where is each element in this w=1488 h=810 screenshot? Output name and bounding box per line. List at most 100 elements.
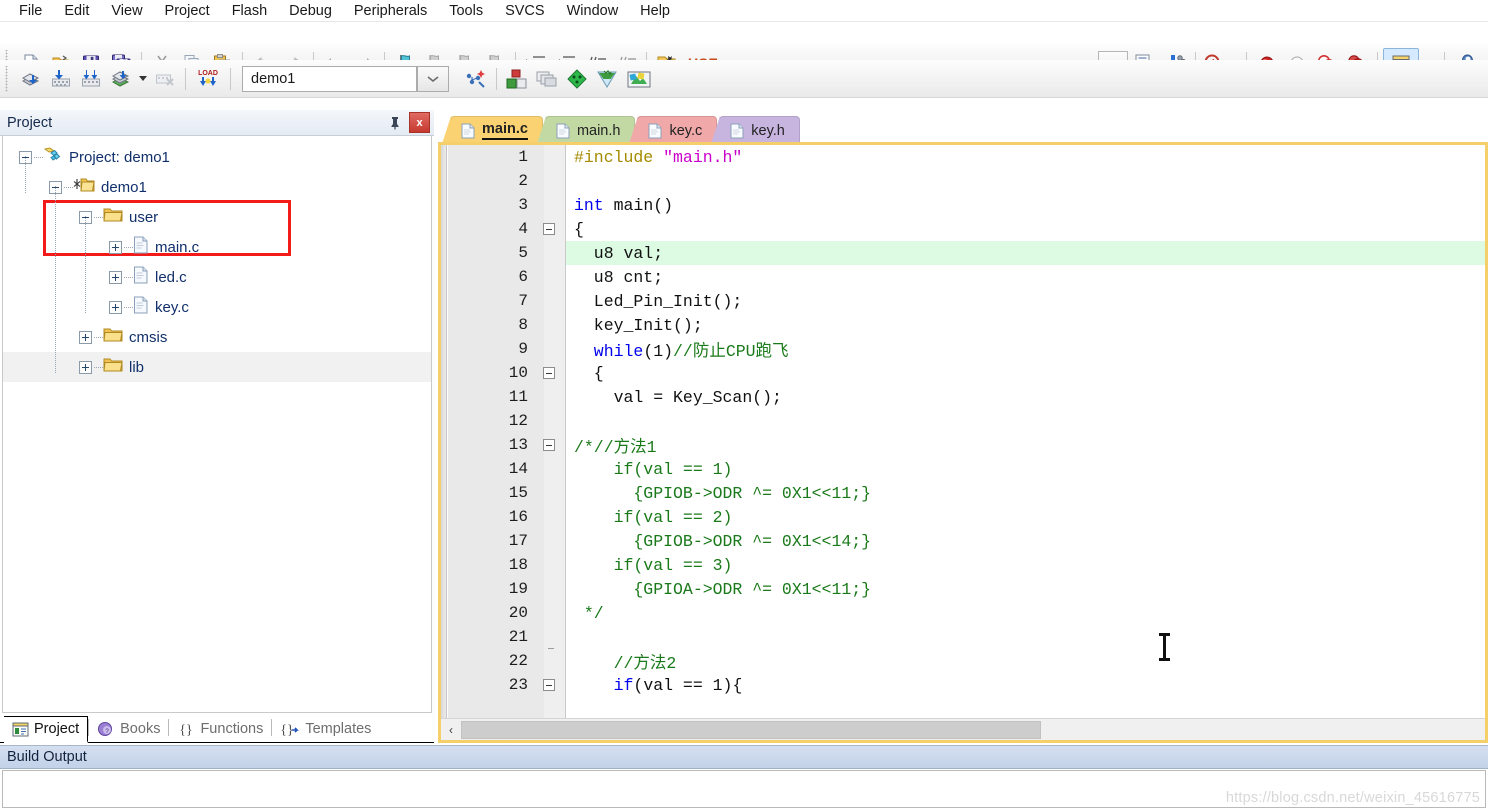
panel-tab-functions[interactable]: {} Functions: [169, 715, 271, 742]
scroll-left-arrow[interactable]: ‹: [441, 720, 461, 740]
code-text: int main(): [560, 196, 673, 215]
toolbar-grip-2[interactable]: [4, 65, 13, 92]
code-line[interactable]: 8 key_Init();: [441, 313, 1485, 337]
panel-tab-books[interactable]: ? Books: [89, 715, 168, 742]
line-number: 16: [508, 508, 528, 526]
fold-marker[interactable]: [537, 679, 560, 691]
tree-item-lib[interactable]: lib: [3, 352, 431, 382]
menu-item-project[interactable]: Project: [154, 1, 221, 21]
menu-item-view[interactable]: View: [100, 1, 153, 21]
menu-item-flash[interactable]: Flash: [221, 1, 278, 21]
panel-tab-label: Functions: [200, 720, 264, 737]
tree-item-main.c[interactable]: main.c: [3, 232, 431, 262]
tree-item-user[interactable]: user: [3, 202, 431, 232]
tree-connector: [94, 366, 103, 368]
code-line[interactable]: 7 Led_Pin_Init();: [441, 289, 1485, 313]
editor-tab-key-c[interactable]: key.c: [629, 116, 718, 144]
editor-tab-main-h[interactable]: main.h: [536, 116, 636, 144]
expand-icon[interactable]: [109, 270, 122, 284]
menu-item-svcs[interactable]: SVCS: [494, 1, 556, 21]
editor-tab-key-h[interactable]: key.h: [711, 116, 800, 144]
target-options-icon[interactable]: [461, 64, 491, 94]
text-cursor: [1159, 633, 1170, 661]
fold-collapse-box[interactable]: [542, 679, 555, 691]
menu-item-edit[interactable]: Edit: [53, 1, 100, 21]
expand-icon[interactable]: [109, 300, 122, 314]
tree-item-cmsis[interactable]: cmsis: [3, 322, 431, 352]
fold-collapse-box[interactable]: [542, 223, 555, 235]
code-text: {: [560, 220, 584, 239]
line-number: 11: [508, 388, 528, 406]
tree-item-label: demo1: [101, 178, 147, 196]
code-line[interactable]: 5 u8 val;: [441, 241, 1485, 265]
tree-item-led.c[interactable]: led.c: [3, 262, 431, 292]
tab-skew: [536, 116, 546, 144]
fold-marker[interactable]: [537, 223, 560, 235]
menu-item-file[interactable]: File: [8, 1, 53, 21]
editor-tab-main-c[interactable]: main.c: [442, 116, 543, 144]
tree-item-project--demo1[interactable]: Project: demo1: [3, 142, 431, 172]
manage-run-env-icon[interactable]: [592, 64, 622, 94]
code-line[interactable]: 12: [441, 409, 1485, 433]
tree-item-key.c[interactable]: key.c: [3, 292, 431, 322]
code-line[interactable]: 11 val = Key_Scan();: [441, 385, 1485, 409]
menu-item-peripherals[interactable]: Peripherals: [343, 1, 438, 21]
code-line[interactable]: 16 if(val == 2): [441, 505, 1485, 529]
code-token: /*//方法1: [574, 438, 657, 457]
line-number: 12: [508, 412, 528, 430]
multi-project-icon[interactable]: [532, 64, 562, 94]
code-line[interactable]: 14 if(val == 1): [441, 457, 1485, 481]
build-icon[interactable]: [46, 64, 76, 94]
stop-build-icon[interactable]: [150, 64, 180, 94]
target-selector[interactable]: demo1: [242, 65, 417, 92]
code-line[interactable]: 15 {GPIOB->ODR ^= 0X1<<11;}: [441, 481, 1485, 505]
fold-collapse-box[interactable]: [542, 367, 555, 379]
code-line[interactable]: 6 u8 cnt;: [441, 265, 1485, 289]
menu-item-help[interactable]: Help: [629, 1, 681, 21]
code-line[interactable]: 17 {GPIOB->ODR ^= 0X1<<14;}: [441, 529, 1485, 553]
code-line[interactable]: 1 #include "main.h": [441, 145, 1485, 169]
download-icon[interactable]: LOAD: [191, 64, 225, 94]
code-line[interactable]: 10 {: [441, 361, 1485, 385]
line-number: 23: [508, 676, 528, 694]
code-line[interactable]: 19 {GPIOA->ODR ^= 0X1<<11;}: [441, 577, 1485, 601]
code-view[interactable]: 1 #include "main.h" 2 3 int main() 4{5 u8 val…: [441, 145, 1485, 718]
translate-icon[interactable]: [16, 64, 46, 94]
menu-item-debug[interactable]: Debug: [278, 1, 343, 21]
fold-collapse-box[interactable]: [542, 439, 555, 451]
close-icon[interactable]: x: [409, 112, 430, 133]
panel-tab-templates[interactable]: {} Templates: [272, 715, 379, 742]
code-line[interactable]: 3 int main(): [441, 193, 1485, 217]
code-text: if(val == 2): [560, 508, 733, 527]
code-line[interactable]: 4{: [441, 217, 1485, 241]
batch-build-icon[interactable]: [106, 64, 136, 94]
select-software-packs-icon[interactable]: [622, 64, 656, 94]
code-line[interactable]: 22 //方法2: [441, 649, 1485, 673]
fold-marker[interactable]: [537, 367, 560, 379]
project-tree[interactable]: Project: demo1 demo1 user main.c led.c key.c c…: [2, 136, 432, 713]
panel-tab-project[interactable]: Project: [4, 716, 89, 743]
editor-horizontal-scrollbar[interactable]: ‹: [441, 718, 1485, 740]
menu-item-window[interactable]: Window: [556, 1, 630, 21]
manage-project-items-icon[interactable]: [502, 64, 532, 94]
code-line[interactable]: 20 */: [441, 601, 1485, 625]
pack-installer-icon[interactable]: [562, 64, 592, 94]
code-line[interactable]: 21: [441, 625, 1485, 649]
tab-skew: [629, 116, 639, 144]
code-line[interactable]: 9 while(1)//防止CPU跑飞: [441, 337, 1485, 361]
code-line[interactable]: 18 if(val == 3): [441, 553, 1485, 577]
expand-icon[interactable]: [109, 240, 122, 254]
fold-marker[interactable]: [537, 439, 560, 451]
scroll-thumb[interactable]: [461, 720, 1041, 739]
target-dropdown-arrow[interactable]: [417, 65, 449, 92]
pin-icon[interactable]: [384, 112, 405, 133]
code-line[interactable]: 23 if(val == 1){: [441, 673, 1485, 697]
rebuild-icon[interactable]: [76, 64, 106, 94]
expand-icon[interactable]: [79, 360, 92, 374]
expand-icon[interactable]: [79, 330, 92, 344]
code-line[interactable]: 2: [441, 169, 1485, 193]
tree-item-demo1[interactable]: demo1: [3, 172, 431, 202]
code-line[interactable]: 13 /*//方法1: [441, 433, 1485, 457]
menu-item-tools[interactable]: Tools: [438, 1, 494, 21]
chevron-down-icon-3[interactable]: [136, 64, 150, 94]
